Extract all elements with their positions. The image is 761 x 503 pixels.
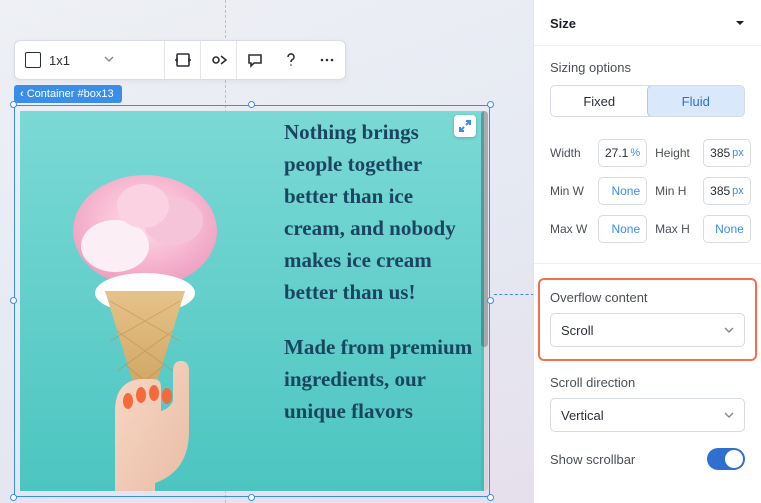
scrolldir-label: Scroll direction [550, 375, 745, 390]
sizing-fluid-option[interactable]: Fluid [647, 85, 746, 117]
minw-input[interactable]: None [598, 177, 647, 205]
expand-button[interactable] [454, 115, 476, 137]
paragraph-1: Nothing brings people together better th… [284, 117, 474, 308]
minw-label: Min W [550, 184, 590, 198]
chevron-down-icon [104, 51, 114, 69]
container-content: Nothing brings people together better th… [20, 111, 484, 491]
width-label: Width [550, 146, 590, 160]
sizing-fixed-option[interactable]: Fixed [551, 86, 648, 116]
maxh-input[interactable]: None [703, 215, 751, 243]
align-icon [210, 51, 228, 69]
maxw-input[interactable]: None [598, 215, 647, 243]
panel-header[interactable]: Size [534, 0, 761, 46]
sizing-options-label: Sizing options [550, 60, 745, 75]
chevron-down-icon [724, 323, 734, 338]
overflow-value: Scroll [561, 323, 594, 338]
element-toolbar: 1x1 [14, 40, 346, 80]
show-scrollbar-toggle[interactable] [707, 448, 745, 470]
maxh-label: Max H [655, 222, 695, 236]
scrolldir-select[interactable]: Vertical [550, 398, 745, 432]
align-button[interactable] [201, 41, 237, 79]
overflow-label: Overflow content [550, 290, 745, 305]
more-button[interactable] [309, 41, 345, 79]
selected-container[interactable]: Nothing brings people together better th… [14, 105, 490, 497]
size-panel: Size Sizing options Fixed Fluid Width 27… [533, 0, 761, 503]
minh-input[interactable]: 385 px [703, 177, 751, 205]
resize-handle[interactable] [487, 494, 494, 501]
chevron-down-icon [724, 408, 734, 423]
ice-cream-image [20, 111, 280, 491]
help-button[interactable] [273, 41, 309, 79]
resize-handle[interactable] [487, 101, 494, 108]
resize-handle[interactable] [10, 494, 17, 501]
comment-button[interactable] [237, 41, 273, 79]
canvas-area: Container #box13 [14, 84, 490, 497]
scrolldir-value: Vertical [561, 408, 604, 423]
container-text: Nothing brings people together better th… [280, 111, 484, 491]
paragraph-2: Made from premium ingredients, our uniqu… [284, 332, 474, 428]
size-preset-label: 1x1 [49, 53, 70, 68]
layout-width-button[interactable] [165, 41, 201, 79]
size-preset-dropdown[interactable]: 1x1 [15, 41, 165, 79]
caret-down-icon [735, 16, 745, 31]
horizontal-guide [494, 294, 534, 295]
panel-title: Size [550, 16, 576, 31]
sizing-segmented-control: Fixed Fluid [550, 85, 745, 117]
width-input[interactable]: 27.1 % [598, 139, 647, 167]
height-label: Height [655, 146, 695, 160]
maxw-label: Max W [550, 222, 590, 236]
resize-handle[interactable] [248, 494, 255, 501]
resize-handle[interactable] [487, 297, 494, 304]
square-icon [25, 52, 41, 68]
width-icon [174, 51, 192, 69]
show-scrollbar-label: Show scrollbar [550, 452, 635, 467]
resize-handle[interactable] [248, 101, 255, 108]
help-icon [282, 51, 300, 69]
more-icon [318, 51, 336, 69]
height-input[interactable]: 385 px [703, 139, 751, 167]
minh-label: Min H [655, 184, 695, 198]
overflow-highlight: Overflow content Scroll [538, 278, 757, 361]
overflow-select[interactable]: Scroll [550, 313, 745, 347]
selection-tag[interactable]: Container #box13 [14, 85, 122, 103]
resize-handle[interactable] [10, 297, 17, 304]
comment-icon [246, 51, 264, 69]
